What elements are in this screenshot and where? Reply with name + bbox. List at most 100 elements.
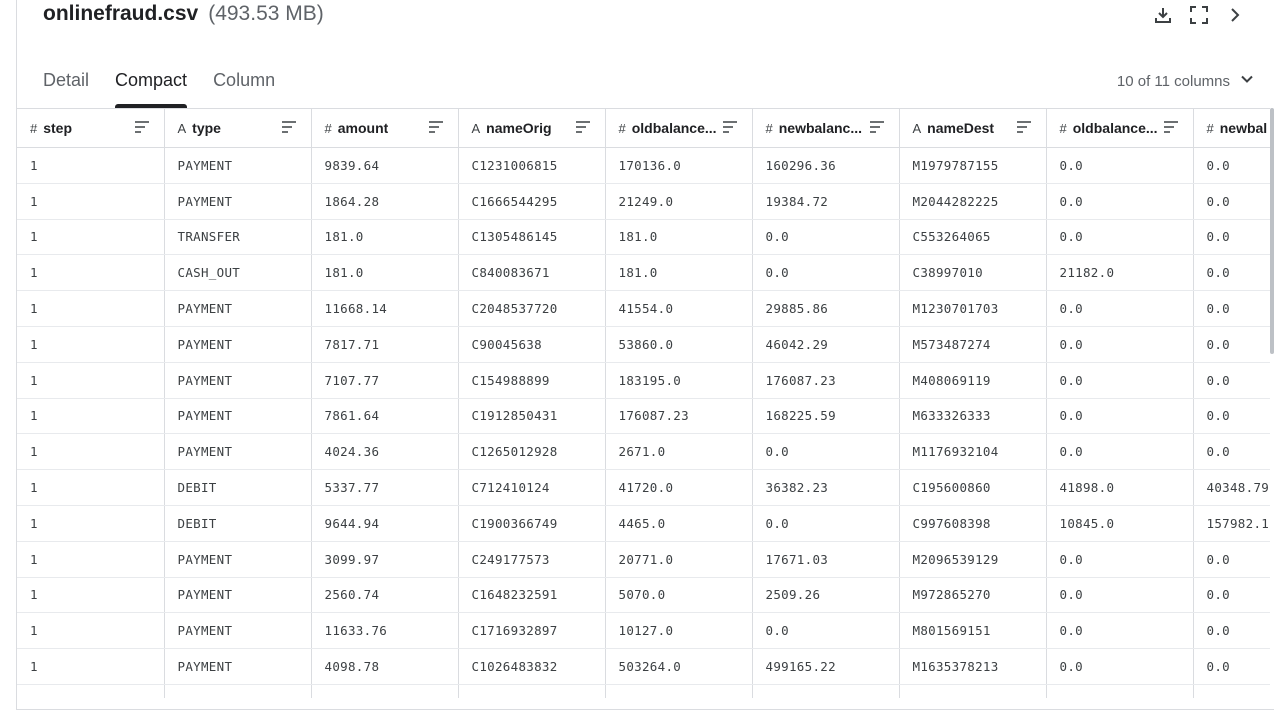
table-row[interactable]: 1 TRANSFER 181.0 C1305486145 181.0 0.0 C553264…	[17, 219, 1270, 256]
table-cell: C1648232591	[458, 577, 606, 614]
table-cell: 0.0	[1193, 290, 1270, 327]
column-header[interactable]: AnameDest	[899, 109, 1047, 148]
table-cell: 2671.0	[605, 433, 753, 471]
table-cell: C1026483832	[458, 648, 606, 685]
table-cell: 0.0	[1193, 612, 1270, 650]
table-cell: 21249.0	[605, 183, 753, 220]
table-cell: 40348.79	[1193, 469, 1270, 506]
table-row[interactable]: 1 DEBIT 9644.94 C1900366749 4465.0 0.0 C997608…	[17, 505, 1270, 542]
sort-icon[interactable]	[134, 120, 150, 137]
table-cell: 0.0	[1193, 254, 1270, 292]
table-row[interactable]: 1 PAYMENT 4024.36 C1265012928 2671.0 0.0 M1176…	[17, 433, 1270, 471]
table-cell: C2048537720	[458, 290, 606, 327]
column-header-label: newbal	[1219, 120, 1268, 136]
table-cell: 9839.64	[311, 147, 459, 184]
column-header-label: newbalanc...	[778, 120, 862, 136]
table-row[interactable]: 1 PAYMENT 11668.14 C2048537720 41554.0 29885.…	[17, 290, 1270, 327]
table-row[interactable]: 1 CASH_OUT 181.0 C840083671 181.0 0.0 C3899701…	[17, 254, 1270, 292]
table-cell: 1	[17, 219, 165, 256]
table-cell: 4098.78	[311, 648, 459, 685]
table-row[interactable]: 1CASH_OUT229133.94C90508043415325.00.0C4…	[17, 684, 1270, 698]
table-cell: C38997010	[899, 254, 1047, 292]
numeric-type-icon: #	[765, 120, 773, 136]
tab-column[interactable]: Column	[213, 64, 275, 108]
table-row[interactable]: 1 DEBIT 5337.77 C712410124 41720.0 36382.23 C1…	[17, 469, 1270, 506]
table-cell: 19384.72	[752, 183, 900, 220]
data-table-container[interactable]: # step Atype # amount AnameOrig # oldbalance...…	[17, 108, 1270, 698]
sort-icon[interactable]	[281, 120, 297, 137]
table-cell: 1	[17, 290, 165, 327]
table-cell: 9644.94	[311, 505, 459, 542]
table-cell: 183195.0	[605, 362, 753, 399]
table-cell: M408069119	[899, 362, 1047, 399]
table-cell: CASH_OUT	[164, 684, 312, 698]
table-cell: 21182.0	[1046, 254, 1194, 292]
table-cell: 499165.22	[752, 648, 900, 685]
table-cell: 11633.76	[311, 612, 459, 650]
table-cell: 0.0	[1193, 541, 1270, 578]
sort-icon[interactable]	[575, 120, 591, 137]
table-cell: M1979787155	[899, 147, 1047, 184]
column-header[interactable]: # step	[17, 109, 165, 148]
table-cell: C1912850431	[458, 398, 606, 435]
table-row[interactable]: 1 PAYMENT 4098.78 C1026483832 503264.0 499165…	[17, 648, 1270, 685]
column-header[interactable]: Atype	[164, 109, 312, 148]
table-body: 1 PAYMENT 9839.64 C1231006815 170136.0 160296…	[17, 147, 1270, 698]
sort-icon[interactable]	[722, 120, 738, 137]
sort-icon[interactable]	[869, 120, 885, 137]
column-header[interactable]: # oldbalance...	[1046, 109, 1194, 148]
table-cell: C154988899	[458, 362, 606, 399]
table-cell: 229133.94	[311, 684, 459, 698]
table-cell: 157982.12	[1193, 505, 1270, 542]
column-selector[interactable]: 10 of 11 columns	[1117, 72, 1254, 90]
table-cell: 0.0	[1193, 362, 1270, 399]
column-header[interactable]: # amount	[311, 109, 459, 148]
table-cell: 7861.64	[311, 398, 459, 435]
table-cell: PAYMENT	[164, 290, 312, 327]
table-cell: 7107.77	[311, 362, 459, 399]
table-cell: 0.0	[1046, 398, 1194, 435]
table-row[interactable]: 1 PAYMENT 7107.77 C154988899 183195.0 176087.…	[17, 362, 1270, 399]
numeric-type-icon: #	[1059, 120, 1067, 136]
table-row[interactable]: 1 PAYMENT 2560.74 C1648232591 5070.0 2509.26 M…	[17, 577, 1270, 614]
column-header[interactable]: AnameOrig	[458, 109, 606, 148]
table-cell: TRANSFER	[164, 219, 312, 256]
table-cell: 1	[17, 612, 165, 650]
table-row[interactable]: 1 PAYMENT 11633.76 C1716932897 10127.0 0.0 M80…	[17, 612, 1270, 650]
table-cell: C997608398	[899, 505, 1047, 542]
table-cell: PAYMENT	[164, 541, 312, 578]
table-row[interactable]: 1 PAYMENT 3099.97 C249177573 20771.0 17671.03…	[17, 541, 1270, 578]
tab-detail[interactable]: Detail	[43, 64, 89, 108]
table-cell: C1716932897	[458, 612, 606, 650]
table-row[interactable]: 1 PAYMENT 7861.64 C1912850431 176087.23 16822…	[17, 398, 1270, 435]
download-icon[interactable]	[1152, 4, 1174, 26]
table-cell: C476402209	[899, 684, 1047, 698]
table-cell: C195600860	[899, 469, 1047, 506]
sort-icon[interactable]	[428, 120, 444, 137]
table-cell: 1	[17, 254, 165, 292]
table-cell: M2096539129	[899, 541, 1047, 578]
table-cell: 1	[17, 326, 165, 363]
table-cell: C1666544295	[458, 183, 606, 220]
table-cell: M1230701703	[899, 290, 1047, 327]
table-cell: C1305486145	[458, 219, 606, 256]
table-row[interactable]: 1 PAYMENT 1864.28 C1666544295 21249.0 19384.7…	[17, 183, 1270, 220]
tab-compact[interactable]: Compact	[115, 64, 188, 108]
table-cell: 29885.86	[752, 290, 900, 327]
sort-icon[interactable]	[1016, 120, 1032, 137]
table-cell: C553264065	[899, 219, 1047, 256]
string-type-icon: A	[471, 120, 481, 136]
column-header[interactable]: # newbal	[1193, 109, 1270, 148]
table-row[interactable]: 1 PAYMENT 9839.64 C1231006815 170136.0 160296…	[17, 147, 1270, 184]
table-cell: 0.0	[752, 433, 900, 471]
sort-icon[interactable]	[1163, 120, 1179, 137]
table-row[interactable]: 1 PAYMENT 7817.71 C90045638 53860.0 46042.29 M…	[17, 326, 1270, 363]
table-cell: C840083671	[458, 254, 606, 292]
fullscreen-icon[interactable]	[1188, 4, 1210, 26]
vertical-scrollbar[interactable]	[1270, 108, 1274, 354]
column-header[interactable]: # newbalanc...	[752, 109, 900, 148]
column-header-label: type	[192, 120, 221, 136]
chevron-right-icon[interactable]	[1224, 4, 1246, 26]
table-cell: 11668.14	[311, 290, 459, 327]
column-header[interactable]: # oldbalance...	[605, 109, 753, 148]
